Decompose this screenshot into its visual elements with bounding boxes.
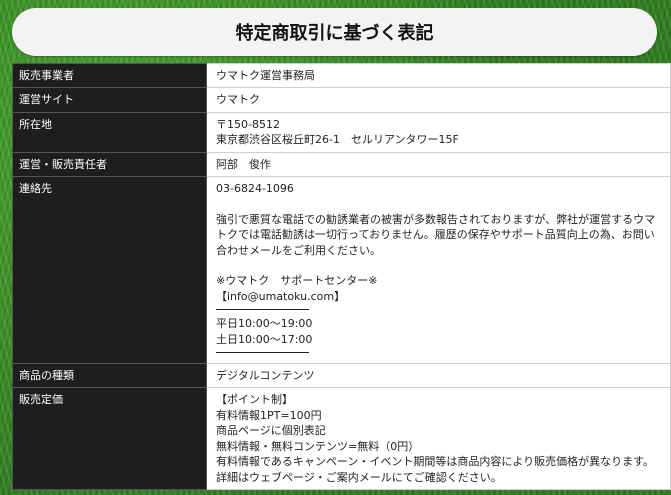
divider [216, 352, 309, 354]
table-row-site: 運営サイト ウマトク [12, 87, 671, 113]
table-row-manager: 運営・販売責任者 阿部 俊作 [12, 151, 671, 178]
support-email-link[interactable]: 【info@umatoku.com】 [216, 289, 664, 304]
row-value: 阿部 俊作 [206, 151, 671, 178]
row-label: 所在地 [12, 111, 207, 153]
row-value: 〒150-8512 東京都渋谷区桜丘町26-1 セルリアンタワー15F [206, 111, 671, 153]
row-label: 販売事業者 [12, 62, 207, 89]
support-center-label: ※ウマトク サポートセンター※ [216, 274, 378, 288]
row-label: 販売定価 [12, 387, 207, 490]
row-value: ウマトク運営事務局 [206, 62, 671, 89]
legal-info-table: 販売事業者 ウマトク運営事務局 運営サイト ウマトク 所在地 〒150-8512… [12, 62, 671, 490]
manager-name: 阿部 俊作 [216, 157, 271, 171]
address: 東京都渋谷区桜丘町26-1 セルリアンタワー15F [216, 133, 459, 147]
table-row-pricing: 販売定価 【ポイント制】 有料情報1PT=100円 商品ページに個別表記 無料情… [12, 387, 671, 490]
row-value: 03-6824-1096 強引で悪質な電話での勧誘業者の被害が多数報告されており… [206, 176, 671, 365]
pricing-line: 有料情報1PT=100円 [216, 408, 322, 422]
row-label: 運営・販売責任者 [12, 151, 207, 178]
row-label: 運営サイト [12, 87, 207, 113]
postal-code: 〒150-8512 [216, 117, 280, 131]
weekend-hours: 土日10:00～17:00 [216, 332, 313, 346]
divider [216, 309, 309, 311]
row-value: デジタルコンテンツ [206, 363, 671, 389]
weekday-hours: 平日10:00～19:00 [216, 317, 313, 331]
pricing-line: 商品ページに個別表記 [216, 424, 326, 438]
row-value: 【ポイント制】 有料情報1PT=100円 商品ページに個別表記 無料情報・無料コ… [206, 387, 671, 490]
table-row-product-type: 商品の種類 デジタルコンテンツ [12, 363, 671, 389]
site-name: ウマトク [216, 93, 260, 107]
page-title: 特定商取引に基づく表記 [12, 8, 657, 56]
pricing-line: 【ポイント制】 [216, 393, 293, 407]
product-type-value: デジタルコンテンツ [216, 369, 315, 383]
phone-number: 03-6824-1096 [216, 182, 294, 196]
pricing-note: 有料情報であるキャンペーン・イベント期間等は商品内容により販売価格が異なります。… [216, 455, 655, 484]
row-label: 商品の種類 [12, 363, 207, 389]
table-row-address: 所在地 〒150-8512 東京都渋谷区桜丘町26-1 セルリアンタワー15F [12, 111, 671, 153]
pricing-line: 無料情報・無料コンテンツ=無料（0円） [216, 439, 420, 453]
seller-name: ウマトク運営事務局 [216, 69, 315, 82]
table-row-contact: 連絡先 03-6824-1096 強引で悪質な電話での勧誘業者の被害が多数報告さ… [12, 176, 671, 365]
row-label: 連絡先 [12, 176, 207, 365]
table-row-seller: 販売事業者 ウマトク運営事務局 [12, 62, 671, 89]
row-value: ウマトク [206, 87, 671, 113]
phone-solicitation-notice: 強引で悪質な電話での勧誘業者の被害が多数報告されておりますが、弊社が運営するウマ… [216, 212, 656, 257]
